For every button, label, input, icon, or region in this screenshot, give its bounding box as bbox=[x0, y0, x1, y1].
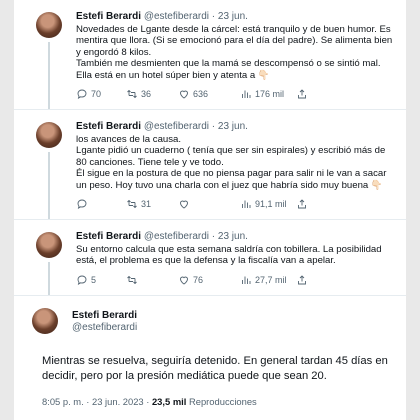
views-label: Reproducciones bbox=[188, 395, 257, 407]
reply-icon bbox=[77, 275, 87, 285]
tweet-line: Él sigue en la postura de que no piensa … bbox=[76, 168, 387, 191]
tweet-line: Lgante pidió un cuaderno ( tenía que ser… bbox=[76, 145, 386, 168]
views-icon bbox=[242, 90, 251, 99]
tweet[interactable]: Estefi Berardi @estefiberardi · 23 jun. … bbox=[14, 220, 406, 296]
like-button[interactable] bbox=[178, 198, 240, 210]
author-handle[interactable]: @estefiberardi bbox=[144, 121, 209, 132]
tweet[interactable]: Estefi Berardi @estefiberardi · 23 jun. … bbox=[14, 0, 406, 111]
retweet-count: 36 bbox=[141, 89, 152, 100]
like-count: 636 bbox=[193, 89, 209, 100]
retweet-icon bbox=[127, 275, 137, 285]
tweet-date[interactable]: 23 jun. bbox=[218, 231, 248, 242]
author-name[interactable]: Estefi Berardi bbox=[76, 231, 141, 242]
tweet-header: Estefi Berardi @estefiberardi · 23 jun. bbox=[76, 230, 396, 243]
like-button[interactable]: 76 bbox=[178, 274, 240, 286]
author-handle[interactable]: @estefiberardi bbox=[72, 322, 392, 334]
separator: · bbox=[211, 231, 216, 243]
tweet-timestamp[interactable]: 8:05 p. m. · 23 jun. 2023 · bbox=[42, 396, 149, 407]
author-name[interactable]: Estefi Berardi bbox=[76, 11, 141, 22]
separator: · bbox=[211, 121, 216, 133]
tweet-meta: 8:05 p. m. · 23 jun. 2023 · 23,5 mil Rep… bbox=[32, 396, 392, 407]
reply-count: 5 bbox=[91, 274, 97, 285]
heart-icon bbox=[180, 276, 188, 285]
share-icon bbox=[298, 199, 306, 209]
views-count: 23,5 mil bbox=[151, 395, 187, 407]
heart-icon bbox=[180, 90, 188, 99]
author-block: Estefi Berardi @estefiberardi bbox=[72, 306, 392, 334]
tweet-line: Ella está en un hotel súper bien y atent… bbox=[76, 69, 270, 81]
retweet-icon bbox=[127, 89, 137, 99]
tweet-text: Novedades de Lgante desde la cárcel: est… bbox=[76, 24, 396, 81]
author-handle[interactable]: @estefiberardi bbox=[144, 231, 209, 242]
tweet-text: Mientras se resuelva, seguiría detenido.… bbox=[42, 354, 388, 382]
tweet[interactable]: Estefi Berardi @estefiberardi · 23 jun. … bbox=[14, 110, 406, 221]
avatar[interactable] bbox=[32, 307, 58, 334]
thread-connector bbox=[48, 262, 50, 295]
avatar[interactable] bbox=[36, 232, 62, 259]
reply-icon bbox=[77, 89, 87, 99]
author-name[interactable]: Estefi Berardi bbox=[72, 310, 392, 322]
retweet-icon bbox=[127, 199, 137, 209]
reply-button[interactable]: 70 bbox=[76, 88, 126, 100]
share-button[interactable] bbox=[296, 274, 310, 286]
retweet-button[interactable] bbox=[126, 274, 178, 286]
tweet-line: Novedades de Lgante desde la cárcel: est… bbox=[76, 24, 393, 58]
author-handle[interactable]: @estefiberardi bbox=[144, 11, 209, 22]
tweet-actions: 5 76 27,7 mil bbox=[76, 273, 396, 287]
views-count: 176 mil bbox=[255, 89, 285, 100]
tweet-line: los avances de la causa. bbox=[76, 134, 182, 146]
thread-connector bbox=[48, 152, 50, 220]
views-button[interactable]: 91,1 mil bbox=[240, 198, 296, 210]
reply-button[interactable]: 5 bbox=[76, 274, 126, 286]
views-count: 91,1 mil bbox=[255, 199, 287, 210]
tweet-text: Su entorno calcula que esta semana saldr… bbox=[76, 244, 396, 267]
share-icon bbox=[298, 275, 306, 285]
avatar[interactable] bbox=[36, 122, 62, 149]
share-icon bbox=[298, 89, 306, 99]
tweet-line: También me desmienten que la mamá se des… bbox=[76, 58, 381, 70]
views-count: 27,7 mil bbox=[255, 274, 287, 285]
tweet-text: los avances de la causa. Lgante pidió un… bbox=[76, 134, 396, 191]
tweet-header: Estefi Berardi @estefiberardi · 23 jun. bbox=[76, 10, 396, 23]
reply-count: 70 bbox=[91, 89, 102, 100]
heart-icon bbox=[180, 200, 188, 209]
tweet-date[interactable]: 23 jun. bbox=[218, 11, 248, 22]
views-icon bbox=[242, 276, 251, 284]
thread-panel: Estefi Berardi @estefiberardi · 23 jun. … bbox=[14, 0, 406, 420]
share-button[interactable] bbox=[296, 198, 310, 210]
share-button[interactable] bbox=[296, 88, 310, 100]
retweet-button[interactable]: 31 bbox=[126, 198, 178, 210]
views-button[interactable]: 176 mil bbox=[240, 88, 296, 100]
tweet-header: Estefi Berardi @estefiberardi · 23 jun. bbox=[76, 120, 396, 133]
tweet-actions: 31 91,1 mil bbox=[76, 197, 396, 211]
like-count: 76 bbox=[193, 274, 204, 285]
thread-connector bbox=[48, 42, 50, 110]
retweet-button[interactable]: 36 bbox=[126, 88, 178, 100]
views-button[interactable]: 27,7 mil bbox=[240, 274, 296, 286]
tweet-line: Su entorno calcula que esta semana saldr… bbox=[76, 244, 382, 267]
author-name[interactable]: Estefi Berardi bbox=[76, 121, 141, 132]
views-icon bbox=[242, 200, 251, 209]
tweet-date[interactable]: 23 jun. bbox=[218, 121, 248, 132]
retweet-count: 31 bbox=[141, 199, 152, 210]
reply-button[interactable] bbox=[76, 198, 126, 210]
reply-icon bbox=[77, 199, 87, 210]
like-button[interactable]: 636 bbox=[178, 88, 240, 100]
separator: · bbox=[211, 11, 216, 22]
avatar[interactable] bbox=[36, 12, 62, 38]
tweet-actions: 70 36 636 176 mil bbox=[76, 87, 396, 101]
main-tweet: Estefi Berardi @estefiberardi Mientras s… bbox=[14, 296, 406, 407]
